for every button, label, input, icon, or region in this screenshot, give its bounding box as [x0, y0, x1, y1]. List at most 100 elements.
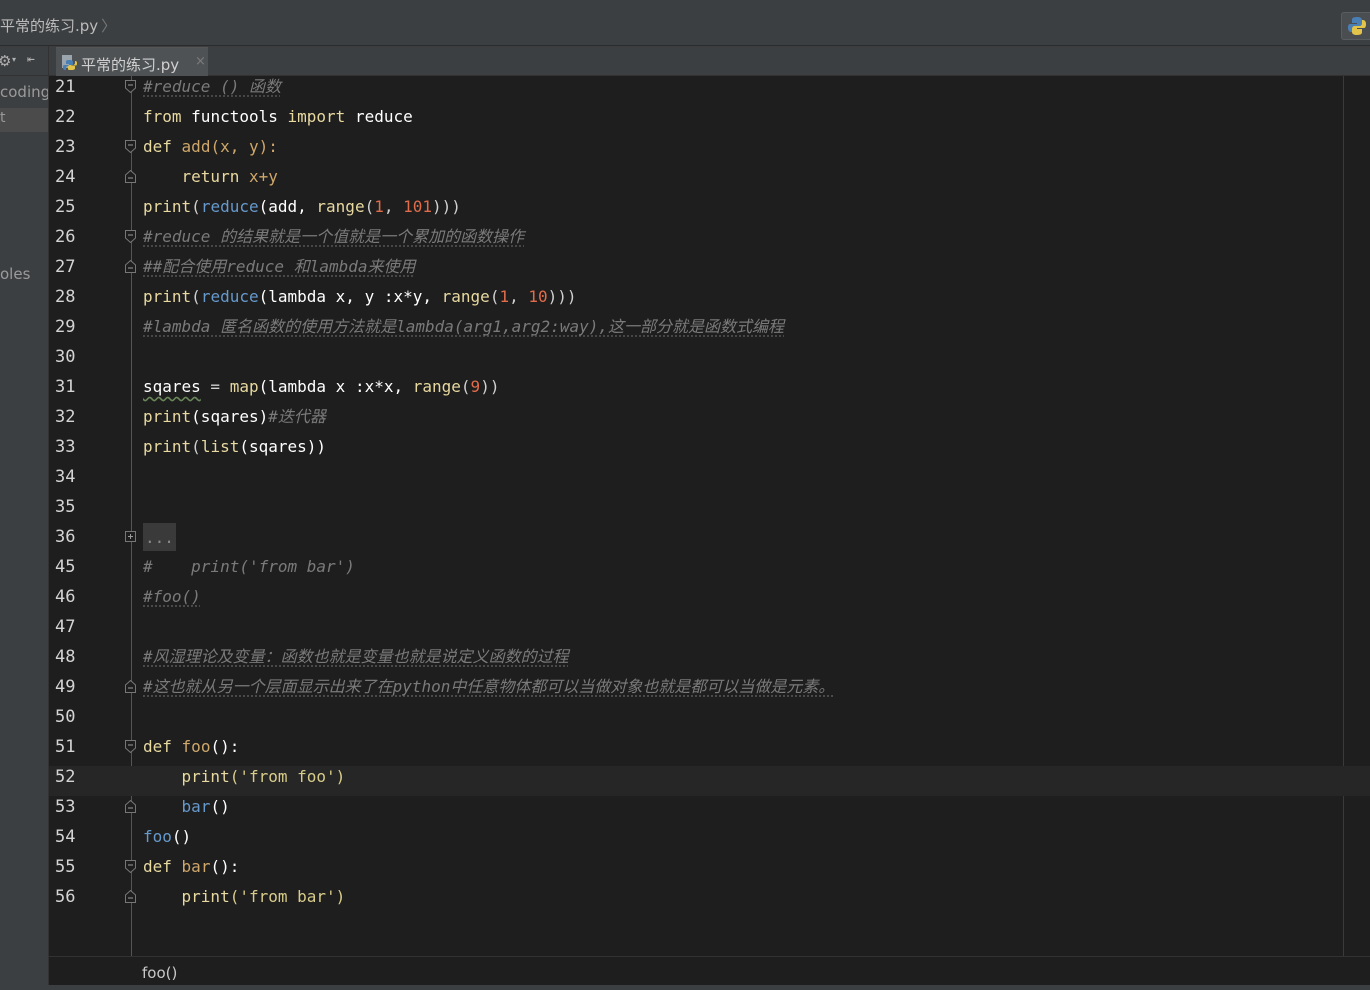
code-line-36[interactable]: ...: [143, 523, 176, 556]
fold-start-icon[interactable]: [125, 740, 136, 753]
comment: #lambda 匿名函数的使用方法就是lambda(arg1,arg2:way)…: [143, 317, 784, 336]
editor-line-row: 54: [49, 826, 1370, 856]
fold-start-icon[interactable]: [125, 80, 136, 93]
line-number: 24: [55, 167, 76, 187]
code-line-49[interactable]: #这也就从另一个层面显示出来了在python中任意物体都可以当做对象也就是都可以…: [143, 676, 834, 706]
punctuation: ():: [210, 737, 240, 756]
identifier: reduce: [200, 287, 259, 306]
editor-line-row: 50: [49, 706, 1370, 736]
line-number: 22: [55, 107, 76, 127]
line-number: 53: [55, 797, 76, 817]
line-number: 29: [55, 317, 76, 337]
fold-end-icon[interactable]: [125, 890, 136, 903]
comment: # print('from bar'): [143, 557, 355, 576]
fold-start-icon[interactable]: [125, 230, 136, 243]
fold-start-icon[interactable]: [125, 140, 136, 153]
line-number: 36: [55, 527, 76, 547]
code-line-21[interactable]: #reduce () 函数: [143, 76, 281, 106]
code-editor[interactable]: 21 22 23 24 25 26 27 28 29 30 31 32 33 34 35 36 45 46 47 48…: [49, 76, 1370, 956]
code-line-51[interactable]: def foo():: [143, 736, 239, 766]
code-line-53[interactable]: bar(): [143, 796, 230, 826]
code-line-28[interactable]: print(reduce(lambda x, y :x*y, range(1, …: [143, 286, 577, 316]
comment: #迭代器: [268, 407, 326, 426]
string-literal: ('from bar'): [229, 887, 346, 906]
editor-tab-bar: 平常的练习.py ×: [49, 46, 1370, 76]
breadcrumb-function[interactable]: foo(): [142, 964, 177, 982]
fold-expand-icon[interactable]: [125, 530, 136, 543]
fold-end-icon[interactable]: [125, 170, 136, 183]
keyword: import: [287, 107, 346, 126]
code-line-32[interactable]: print(sqares)#迭代器: [143, 406, 326, 436]
line-number: 25: [55, 197, 76, 217]
code-line-22[interactable]: from functools import reduce: [143, 106, 413, 136]
fold-end-icon[interactable]: [125, 680, 136, 693]
builtin-print: print: [181, 887, 230, 906]
code-line-45[interactable]: # print('from bar'): [143, 556, 355, 586]
keyword: def: [143, 137, 172, 156]
keyword: def: [143, 737, 172, 756]
argument: (sqares): [191, 407, 269, 426]
line-number: 50: [55, 707, 76, 727]
line-number: 54: [55, 827, 76, 847]
line-number: 55: [55, 857, 76, 877]
keyword: def: [143, 857, 172, 876]
editor-line-row: 36: [49, 526, 1370, 556]
code-line-48[interactable]: #风湿理论及变量：函数也就是变量也就是说定义函数的过程: [143, 646, 569, 676]
breadcrumb-file-label: 平常的练习.py: [0, 17, 99, 35]
python-console-icon[interactable]: [1341, 12, 1370, 40]
code-line-46[interactable]: #foo(): [143, 586, 201, 616]
close-icon[interactable]: ×: [195, 54, 206, 69]
line-number: 56: [55, 887, 76, 907]
tree-item[interactable]: coding: [0, 83, 48, 101]
line-number: 48: [55, 647, 76, 667]
editor-line-row: 35: [49, 496, 1370, 526]
code-line-54[interactable]: foo(): [143, 826, 191, 856]
editor-line-row: 34: [49, 466, 1370, 496]
code-line-24[interactable]: return x+y: [143, 166, 278, 196]
punctuation: (): [210, 797, 230, 816]
code-line-31[interactable]: sqares = map(lambda x :x*x, range(9)): [143, 376, 499, 406]
tree-item-selected[interactable]: t: [0, 108, 48, 132]
tree-item-selected-label: t: [0, 110, 6, 126]
dropdown-caret-icon[interactable]: ▾: [12, 55, 16, 64]
comment: ##配合使用reduce 和lambda来使用: [143, 257, 416, 276]
parameters: (x, y):: [210, 137, 278, 156]
identifier: reduce: [200, 197, 259, 216]
number: 1: [499, 287, 510, 306]
code-line-23[interactable]: def add(x, y):: [143, 136, 278, 166]
project-panel: ⚙ ▾ ⇤ coding t oles: [0, 46, 49, 990]
code-line-26[interactable]: #reduce 的结果就是一个值就是一个累加的函数操作: [143, 226, 524, 256]
code-line-29[interactable]: #lambda 匿名函数的使用方法就是lambda(arg1,arg2:way)…: [143, 316, 784, 346]
code-line-25[interactable]: print(reduce(add, range(1, 101))): [143, 196, 461, 226]
fold-end-icon[interactable]: [125, 800, 136, 813]
line-number: 30: [55, 347, 76, 367]
fold-end-icon[interactable]: [125, 260, 136, 273]
project-toolbar: ⚙ ▾ ⇤: [0, 46, 48, 76]
tree-item[interactable]: oles: [0, 265, 30, 283]
breadcrumb-file[interactable]: 平常的练习.py 〉: [0, 15, 116, 36]
builtin-map: map: [229, 377, 259, 396]
line-number: 26: [55, 227, 76, 247]
builtin-print: print: [143, 287, 192, 306]
code-line-52[interactable]: print('from foo'): [143, 766, 346, 796]
editor-line-row: 51: [49, 736, 1370, 766]
window-bottom-edge: [0, 985, 1370, 990]
folded-code-placeholder[interactable]: ...: [143, 523, 176, 551]
comment: #reduce 的结果就是一个值就是一个累加的函数操作: [143, 227, 525, 246]
code-line-27[interactable]: ##配合使用reduce 和lambda来使用: [143, 256, 416, 286]
code-line-56[interactable]: print('from bar'): [143, 886, 346, 916]
line-number: 28: [55, 287, 76, 307]
function-name: foo: [181, 737, 211, 756]
code-line-33[interactable]: print(list(sqares)): [143, 436, 326, 466]
builtin-print: print: [143, 407, 192, 426]
collapse-all-icon[interactable]: ⇤: [27, 52, 35, 67]
builtin-print: print: [143, 197, 192, 216]
code-line-55[interactable]: def bar():: [143, 856, 239, 886]
number: 10: [528, 287, 548, 306]
editor-line-row: 47: [49, 616, 1370, 646]
fold-start-icon[interactable]: [125, 860, 136, 873]
tab-file[interactable]: 平常的练习.py ×: [56, 47, 208, 76]
gear-icon[interactable]: ⚙: [0, 52, 11, 70]
editor-line-row: 55: [49, 856, 1370, 886]
number: 101: [403, 197, 433, 216]
